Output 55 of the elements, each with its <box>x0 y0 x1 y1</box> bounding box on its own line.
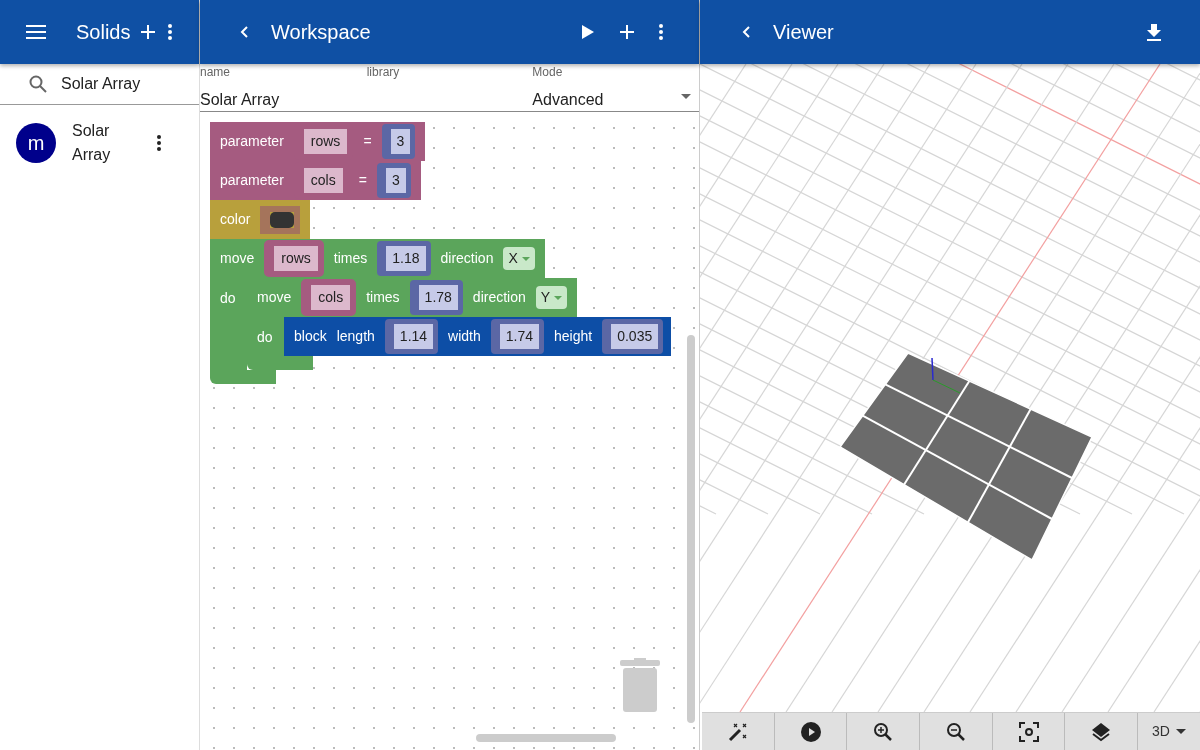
move-block[interactable]: move cols times 1.78 direction Y <box>247 278 578 317</box>
avatar: m <box>16 123 56 163</box>
panel-title: Workspace <box>271 20 371 45</box>
caret-icon <box>681 94 691 99</box>
search-icon <box>29 75 47 93</box>
caret-icon <box>521 256 530 261</box>
block-label: move <box>220 249 255 268</box>
block-label: parameter <box>220 171 284 190</box>
block-label: length <box>336 327 375 346</box>
block-label: times <box>333 249 368 268</box>
block-label: direction <box>440 249 494 268</box>
variable-field[interactable]: rows <box>264 240 324 277</box>
number-field[interactable]: 1.74 <box>490 319 545 354</box>
block-label: direction <box>472 288 526 307</box>
block-label: do <box>257 329 273 345</box>
solar-panel-drawing[interactable] <box>838 352 1093 562</box>
direction-dropdown[interactable]: Y <box>535 286 568 309</box>
number-field[interactable]: 3 <box>381 124 416 159</box>
caret-icon <box>1176 729 1186 734</box>
number-field[interactable]: 1.78 <box>409 280 463 315</box>
view-mode-dropdown[interactable]: 3D <box>1138 713 1200 750</box>
parameter-block[interactable]: parameter cols = 3 <box>210 161 421 200</box>
mode-select[interactable]: Advanced <box>532 88 699 112</box>
horizontal-scrollbar[interactable] <box>476 734 616 742</box>
block-label: block <box>294 327 327 346</box>
number-field[interactable]: 3 <box>376 163 411 198</box>
block-label: do <box>220 290 236 306</box>
vertical-scrollbar[interactable] <box>687 335 695 723</box>
block-statement[interactable]: block length 1.14 width 1.74 height 0.035 <box>284 317 672 356</box>
number-field[interactable]: 0.035 <box>602 319 664 354</box>
search-field[interactable]: Solar Array <box>61 72 141 96</box>
parameter-block[interactable]: parameter rows = 3 <box>210 122 426 161</box>
block-label: color <box>220 210 251 229</box>
variable-field[interactable]: cols <box>301 279 357 316</box>
block-label: width <box>448 327 481 346</box>
block-label: parameter <box>220 132 284 151</box>
panel-title: Viewer <box>773 20 834 45</box>
color-swatch[interactable] <box>270 211 295 228</box>
caret-icon <box>554 295 563 300</box>
direction-dropdown[interactable]: X <box>503 247 535 270</box>
field-label: Mode <box>532 65 564 79</box>
field-label: name <box>200 65 232 79</box>
block-label: move <box>257 288 292 307</box>
move-block[interactable]: move rows times 1.18 direction X <box>210 239 545 278</box>
block-footer <box>210 370 276 384</box>
block-label: = <box>363 132 372 151</box>
block-label: height <box>554 327 593 346</box>
block-label: times <box>366 288 400 307</box>
block-label: = <box>358 171 367 190</box>
number-field[interactable]: 1.14 <box>384 319 439 354</box>
number-field[interactable]: 1.18 <box>377 241 431 276</box>
list-item-title[interactable]: Solar Array <box>72 119 136 167</box>
panel-title: Solids <box>76 20 131 45</box>
name-field[interactable]: Solar Array <box>200 88 367 112</box>
field-label: library <box>366 65 401 79</box>
